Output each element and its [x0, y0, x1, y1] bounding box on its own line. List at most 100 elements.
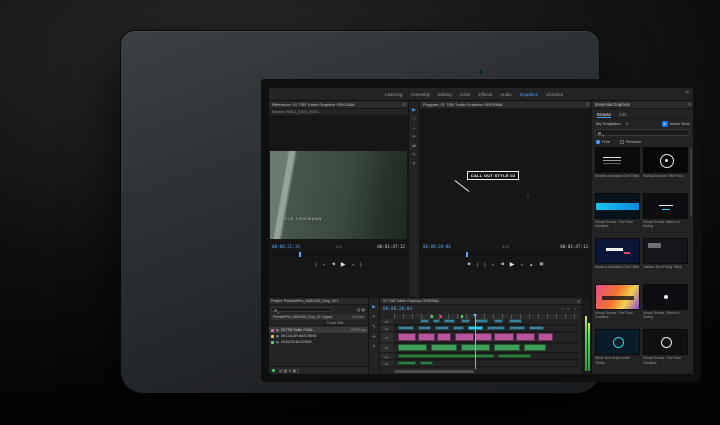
column-frame-rate[interactable]: Frame Rate — [327, 321, 344, 326]
workspace-tab-libraries[interactable]: Libraries — [546, 92, 563, 97]
timeline-clip[interactable] — [398, 333, 417, 341]
timeline-clip[interactable] — [437, 333, 452, 341]
timeline-clip[interactable] — [461, 319, 470, 323]
timeline-clip[interactable] — [444, 319, 455, 323]
panel-menu-icon[interactable]: ≡ — [688, 101, 691, 109]
timeline-marker[interactable] — [461, 315, 463, 318]
template-card[interactable]: Visual Trends: The Fluid Gradient — [595, 284, 640, 327]
timeline-clip[interactable] — [398, 326, 415, 330]
template-card[interactable]: Visual Trends: Stereo & Swing — [643, 193, 688, 236]
program-scrubber[interactable] — [423, 253, 588, 256]
workspace-tab-effects[interactable]: Effects — [479, 92, 493, 97]
play-button[interactable]: ▶ — [510, 261, 515, 268]
template-card[interactable]: Visual Trends: Stereo & Swing — [643, 284, 688, 327]
workspace-tab-color[interactable]: Color — [460, 92, 471, 97]
track-header-a3[interactable]: A3 — [380, 361, 393, 367]
source-scrubber[interactable] — [272, 253, 405, 256]
timeline-clip[interactable] — [398, 354, 494, 358]
timeline-clip[interactable] — [455, 333, 474, 341]
timeline-clip[interactable] — [420, 361, 433, 365]
ripple-edit-tool[interactable]: ↔ — [412, 125, 417, 130]
slip-tool[interactable]: ⇄ — [412, 143, 416, 148]
track-header-v3[interactable]: V3 — [380, 319, 393, 325]
filter-premium[interactable]: Premium — [620, 140, 641, 144]
timeline-marker[interactable] — [440, 315, 442, 318]
step-forward-button[interactable]: » — [520, 262, 523, 267]
selection-tool[interactable]: ▶ — [372, 304, 375, 309]
tab-edit[interactable]: Edit — [619, 110, 626, 118]
timeline-tab[interactable]: 01 TSB Trailer Graphics ORIGINAL — [380, 298, 582, 305]
tab-browse[interactable]: Browse — [597, 110, 611, 118]
type-tool[interactable]: T — [373, 344, 376, 349]
timeline-clip[interactable] — [475, 319, 488, 323]
program-monitor-tab[interactable]: Program: 01 TSB Trailer Graphics ORIGINA… — [420, 101, 591, 109]
track-header-v2[interactable]: V2 — [380, 326, 393, 332]
timeline-clip[interactable] — [431, 344, 457, 351]
mark-in-button[interactable]: { — [477, 262, 479, 267]
template-card[interactable]: Visual Trends: The Fluid Gradient — [595, 193, 640, 236]
timeline-playhead[interactable] — [475, 314, 476, 369]
timeline-clip[interactable] — [529, 326, 544, 330]
mark-out-button[interactable]: } — [360, 262, 362, 267]
play-button[interactable]: ▶ — [341, 261, 346, 268]
timeline-clip[interactable] — [435, 326, 450, 330]
timeline-clip[interactable] — [494, 319, 503, 323]
pen-tool[interactable]: ✎ — [412, 152, 416, 157]
project-item[interactable]: ▣03 AUTO-DUCKING — [269, 339, 368, 345]
timeline-clip[interactable] — [453, 326, 464, 330]
workspace-overflow-icon[interactable]: » — [686, 90, 689, 96]
source-playhead[interactable] — [299, 252, 301, 257]
template-card[interactable]: Visual Trends: The Fluid Gradient — [643, 329, 688, 372]
step-forward-button[interactable]: » — [352, 262, 355, 267]
workspace-tab-assembly[interactable]: Assembly — [410, 92, 430, 97]
program-playhead[interactable] — [466, 252, 468, 257]
workspace-tab-learning[interactable]: Learning — [385, 92, 403, 97]
timeline-clip[interactable] — [509, 326, 526, 330]
timeline-clip[interactable] — [487, 326, 506, 330]
timeline-clip[interactable] — [509, 319, 522, 323]
timeline-marker[interactable] — [431, 315, 433, 318]
track-header-a1[interactable]: A1 — [380, 344, 393, 353]
timeline-clip[interactable] — [418, 333, 435, 341]
workspace-tab-editing[interactable]: Editing — [438, 92, 452, 97]
timeline-clip[interactable] — [524, 344, 546, 351]
timeline-clip[interactable] — [398, 344, 428, 351]
project-file-row[interactable]: PremierePro_NAB2018_Drop_02.1.prproj 14 … — [271, 314, 366, 320]
lift-button[interactable]: ▲ — [529, 262, 533, 267]
project-search-box[interactable] — [271, 307, 333, 312]
template-search-input[interactable] — [604, 130, 688, 135]
checkbox-free[interactable]: ✓ — [596, 140, 600, 144]
workspace-tab-audio[interactable]: Audio — [500, 92, 512, 97]
templates-scrollbar[interactable] — [690, 147, 692, 217]
panel-menu-icon[interactable]: ≡ — [586, 101, 589, 109]
export-frame-button[interactable]: ▣ — [539, 261, 543, 267]
template-card[interactable]: Sliding Borders Title Pack — [643, 147, 688, 190]
timeline-clip[interactable] — [398, 361, 417, 365]
timeline-scrollbar[interactable] — [394, 370, 474, 373]
source-clip-tab[interactable]: Source: NASJ_C003_0010... — [269, 109, 408, 116]
add-marker-button[interactable]: ◆ — [467, 261, 470, 267]
timeline-clip[interactable] — [494, 344, 520, 351]
adobe-stock-link[interactable]: St Adobe Stock — [662, 121, 690, 127]
selection-tool[interactable]: ▶ — [412, 107, 415, 112]
panel-menu-icon[interactable]: ≡ — [403, 101, 406, 109]
checkbox-premium[interactable] — [620, 140, 624, 144]
template-search-box[interactable] — [595, 129, 690, 136]
workspace-tab-graphics[interactable]: Graphics — [520, 92, 538, 97]
project-panel-tab[interactable]: Project: PremierePro_NAB2018_Drop_02.1 — [269, 298, 368, 305]
step-back-button[interactable]: ◀ — [331, 261, 334, 267]
template-card[interactable]: Modern Animated Grid Titles — [595, 238, 640, 281]
timeline-clip[interactable] — [418, 326, 431, 330]
mark-in-button[interactable]: { — [315, 262, 317, 267]
track-header-v1[interactable]: V1 — [380, 333, 393, 343]
track-header-a2[interactable]: A2 — [380, 354, 393, 360]
go-to-in-button[interactable]: « — [492, 262, 495, 267]
timeline-clip[interactable] — [516, 333, 535, 341]
timeline-clip[interactable] — [420, 319, 429, 323]
track-select-tool[interactable]: □ — [413, 116, 416, 121]
timeline-clip[interactable] — [475, 333, 492, 341]
type-tool[interactable]: T — [413, 161, 416, 166]
razor-tool[interactable]: ✂ — [372, 314, 376, 319]
source-monitor-tab[interactable]: Reference: 01 TSB Trailer Graphics ORIGI… — [269, 101, 408, 109]
project-toolbar-icons[interactable]: ▤ ▦ ⊕ ▣ ▯ — [279, 368, 299, 373]
